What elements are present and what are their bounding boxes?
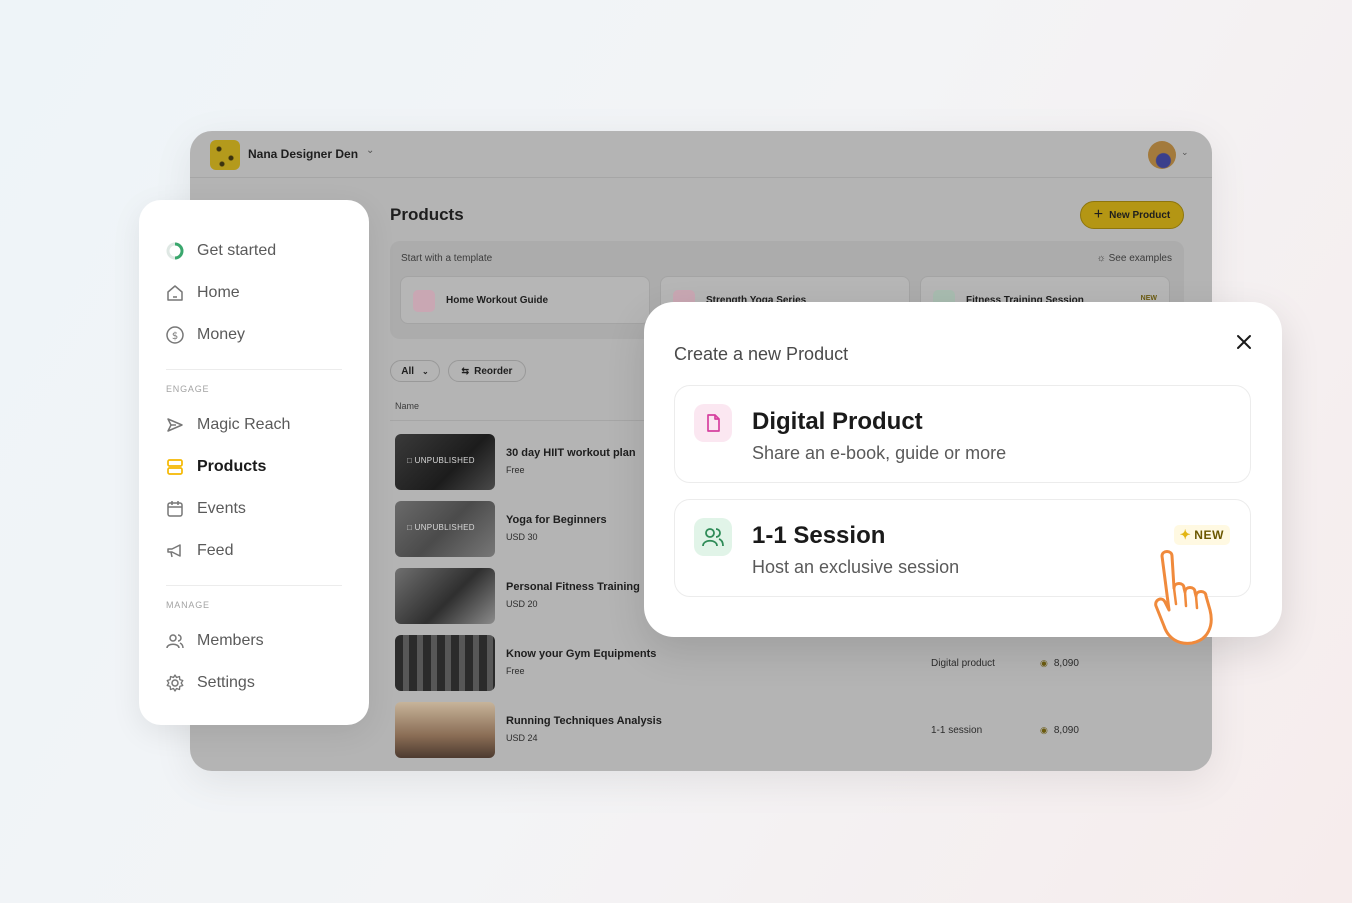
- product-thumbnail: □ UNPUBLISHED: [395, 434, 495, 490]
- section-label-manage: MANAGE: [166, 600, 210, 610]
- sidebar-item-label: Products: [197, 458, 267, 475]
- product-views: ◉ 8,090: [1040, 725, 1079, 736]
- product-price: USD 20: [506, 599, 538, 609]
- document-icon: [694, 404, 732, 442]
- reorder-label: Reorder: [474, 365, 513, 377]
- product-title: Running Techniques Analysis: [506, 715, 662, 727]
- product-title: Personal Fitness Training: [506, 581, 640, 593]
- product-price: USD 24: [506, 733, 538, 743]
- new-badge-label: NEW: [1194, 528, 1224, 542]
- product-views: ◉ 8,090: [1040, 658, 1079, 669]
- sidebar-item-feed[interactable]: Feed: [165, 541, 233, 561]
- option-subtitle: Share an e-book, guide or more: [752, 443, 1007, 463]
- filter-all-label: All: [401, 365, 415, 377]
- chevron-down-icon[interactable]: ⌄: [1181, 147, 1189, 158]
- product-title: Yoga for Beginners: [506, 514, 607, 526]
- new-badge: ✦ NEW: [1173, 525, 1230, 545]
- see-examples-label: See examples: [1108, 253, 1172, 264]
- sidebar-item-members[interactable]: Members: [165, 631, 264, 651]
- avatar[interactable]: [1148, 141, 1176, 169]
- progress-icon: [166, 242, 184, 260]
- divider: [166, 369, 342, 370]
- sidebar-item-money[interactable]: $ Money: [165, 325, 245, 345]
- sidebar-item-label: Money: [197, 326, 246, 343]
- users-icon: [166, 634, 184, 649]
- sidebar-item-label: Magic Reach: [197, 416, 291, 433]
- option-title: Digital Product: [752, 408, 923, 435]
- product-type: 1-1 session: [931, 725, 983, 736]
- sidebar-item-label: Feed: [197, 542, 234, 559]
- template-card[interactable]: Home Workout Guide: [400, 276, 650, 324]
- unpublished-label: □ UNPUBLISHED: [407, 456, 475, 465]
- table-row[interactable]: Running Techniques Analysis USD 24 1-1 s…: [395, 702, 1185, 758]
- product-thumbnail: [395, 702, 495, 758]
- digital-product-option[interactable]: Digital Product Share an e-book, guide o…: [674, 385, 1251, 483]
- option-title: 1-1 Session: [752, 522, 886, 549]
- product-price: USD 30: [506, 532, 538, 542]
- sidebar-item-products[interactable]: Products: [165, 457, 266, 477]
- sidebar-item-label: Get started: [197, 242, 277, 259]
- product-price: Free: [506, 465, 525, 475]
- eye-icon: ◉: [1040, 658, 1048, 668]
- product-thumbnail: [395, 635, 495, 691]
- unpublished-label: □ UNPUBLISHED: [407, 523, 475, 532]
- sidebar-item-home[interactable]: Home: [165, 283, 240, 303]
- divider: [166, 585, 342, 586]
- column-header-name: Name: [395, 401, 420, 411]
- chevron-down-icon[interactable]: ⌄: [366, 145, 374, 156]
- workspace-logo[interactable]: [210, 140, 240, 170]
- reorder-button[interactable]: ⇆ Reorder: [448, 360, 526, 382]
- see-examples-link[interactable]: ☼ See examples: [1097, 253, 1172, 264]
- lightbulb-icon: ☼: [1096, 253, 1106, 264]
- users-icon: [694, 518, 732, 556]
- modal-title: Create a new Product: [674, 344, 849, 364]
- product-type: Digital product: [931, 658, 995, 669]
- product-thumbnail: [395, 568, 495, 624]
- document-icon: [413, 290, 435, 312]
- sidebar-item-events[interactable]: Events: [165, 499, 246, 519]
- template-label: Start with a template: [401, 253, 493, 264]
- sidebar-item-label: Members: [197, 632, 264, 649]
- sidebar-item-label: Home: [197, 284, 240, 301]
- product-thumbnail: □ UNPUBLISHED: [395, 501, 495, 557]
- top-bar: Nana Designer Den ⌄ ⌄: [190, 131, 1212, 178]
- new-product-button[interactable]: + New Product: [1080, 201, 1184, 229]
- sidebar-item-label: Settings: [197, 674, 255, 691]
- calendar-icon: [167, 501, 183, 517]
- close-icon[interactable]: [1232, 330, 1256, 354]
- section-label-engage: ENGAGE: [166, 384, 210, 394]
- gear-icon: [166, 674, 184, 692]
- chevron-down-icon: ⌄: [422, 366, 429, 376]
- reorder-icon: ⇆: [461, 365, 470, 376]
- megaphone-icon: [167, 544, 181, 558]
- plus-icon: +: [1093, 206, 1104, 223]
- sidebar-item-settings[interactable]: Settings: [165, 673, 255, 693]
- product-price: Free: [506, 666, 525, 676]
- table-row[interactable]: Know your Gym Equipments Free Digital pr…: [395, 635, 1185, 691]
- option-subtitle: Host an exclusive session: [752, 557, 960, 577]
- products-icon: [167, 459, 183, 475]
- sidebar: Get started Home $ Money ENGAGE Magic Re…: [139, 200, 369, 725]
- send-icon: [167, 418, 183, 432]
- hand-cursor-icon: [1154, 550, 1213, 645]
- sidebar-item-get-started[interactable]: Get started: [165, 241, 276, 261]
- dollar-icon: $: [166, 326, 184, 344]
- sidebar-item-magic-reach[interactable]: Magic Reach: [165, 415, 290, 435]
- product-title: Know your Gym Equipments: [506, 648, 657, 660]
- filter-all-dropdown[interactable]: All ⌄: [390, 360, 440, 382]
- svg-text:$: $: [172, 331, 178, 342]
- eye-icon: ◉: [1040, 725, 1048, 735]
- workspace-name[interactable]: Nana Designer Den: [248, 147, 358, 161]
- new-badge: NEW: [1140, 295, 1157, 302]
- page-title: Products: [390, 205, 464, 224]
- product-title: 30 day HIIT workout plan: [506, 447, 636, 459]
- sparkle-icon: ✦: [1179, 527, 1192, 542]
- home-icon: [167, 285, 183, 301]
- new-product-label: New Product: [1109, 209, 1171, 221]
- sidebar-item-label: Events: [197, 500, 246, 517]
- template-card-label: Home Workout Guide: [446, 295, 549, 306]
